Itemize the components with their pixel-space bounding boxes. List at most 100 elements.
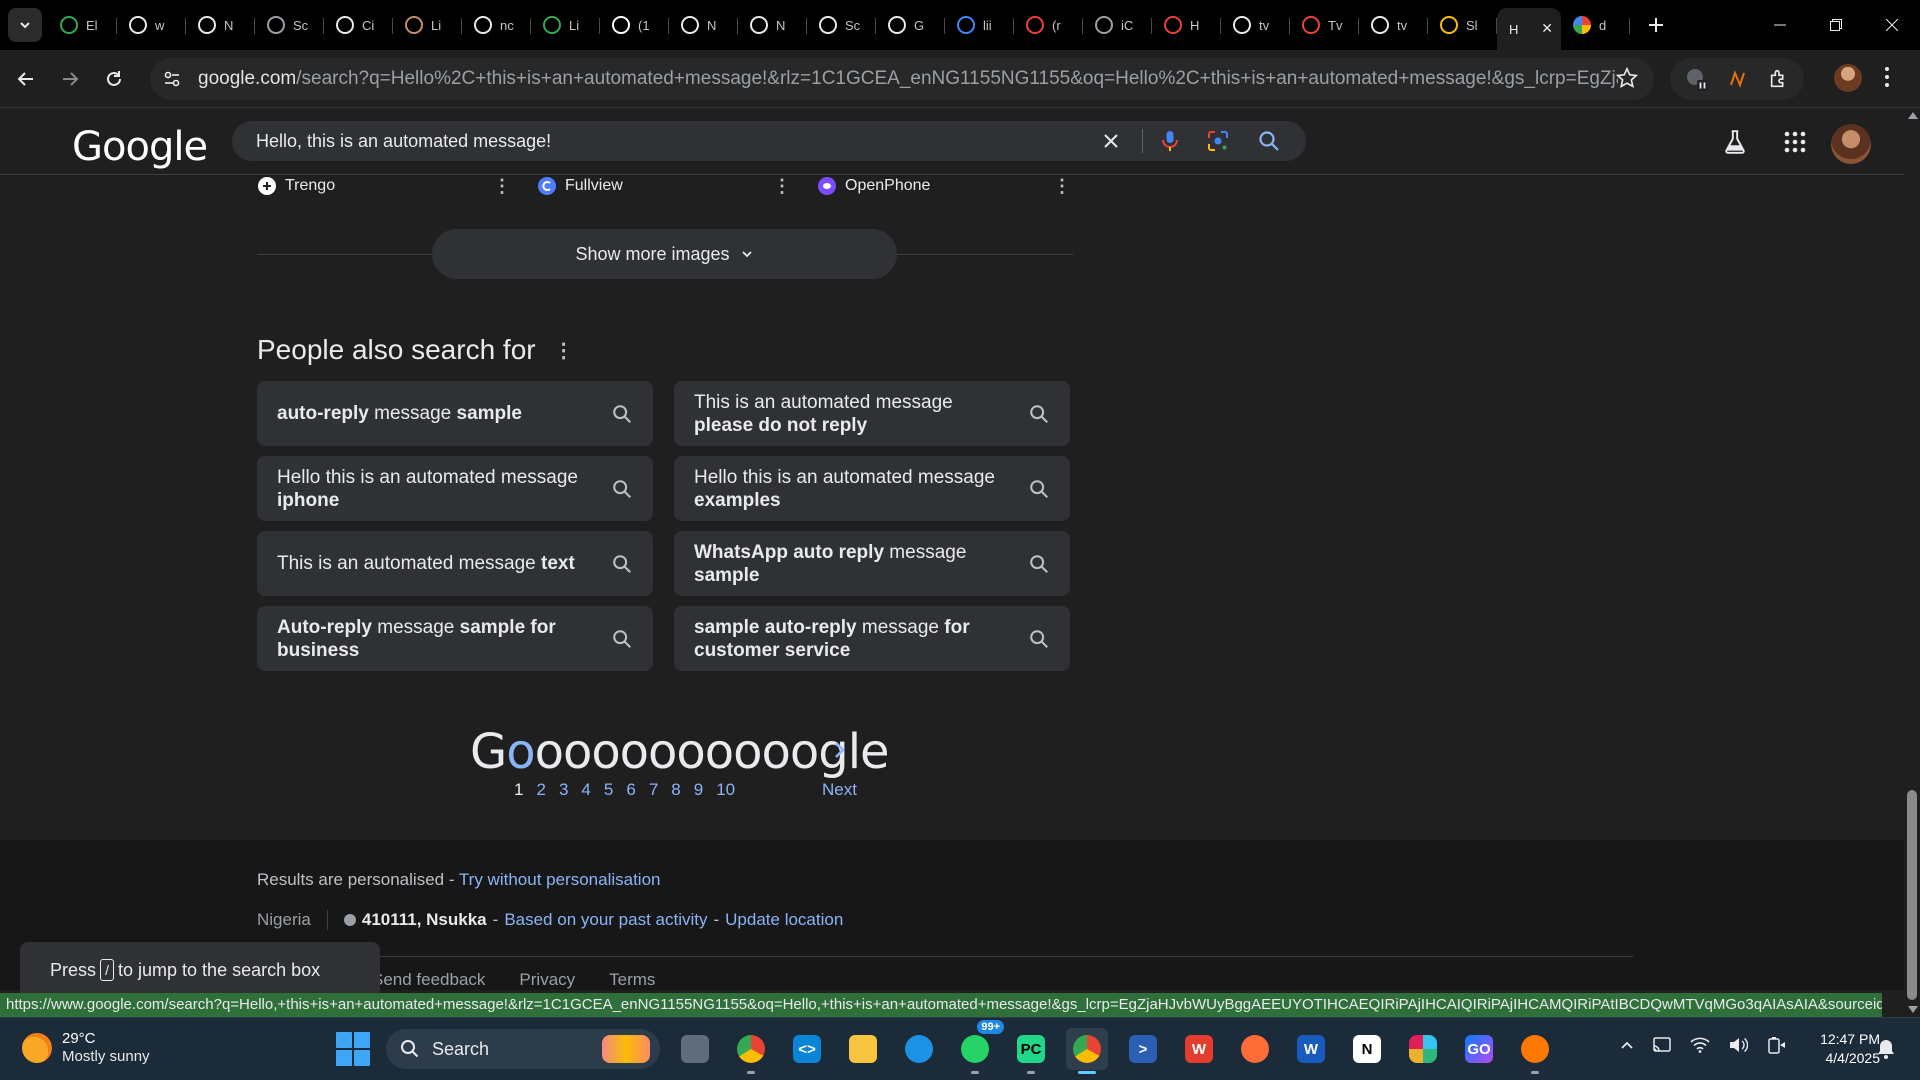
slack-app[interactable] — [1402, 1028, 1444, 1070]
close-tab-icon[interactable]: ✕ — [1541, 20, 1553, 37]
page-number-link[interactable]: 6 — [626, 780, 635, 800]
office-app[interactable]: W — [1178, 1028, 1220, 1070]
notion-app[interactable]: N — [1346, 1028, 1388, 1070]
labs-flask-icon[interactable] — [1722, 129, 1748, 155]
chrome-app[interactable] — [730, 1028, 772, 1074]
page-number-link[interactable]: 2 — [536, 780, 545, 800]
related-search-chip[interactable]: This is an automated message please do n… — [674, 381, 1070, 446]
based-on-activity-link[interactable]: Based on your past activity — [504, 910, 707, 930]
forward-button[interactable] — [52, 61, 88, 97]
browser-tab[interactable]: d — [1561, 7, 1630, 43]
scroll-down-arrow-icon[interactable] — [1908, 1006, 1918, 1013]
powershell-app[interactable]: > — [1122, 1028, 1164, 1070]
page-number-link[interactable]: 8 — [671, 780, 680, 800]
extension-pause-icon[interactable] — [1684, 66, 1710, 92]
page-number-link[interactable]: 7 — [649, 780, 658, 800]
try-without-personalisation-link[interactable]: Try without personalisation — [459, 870, 661, 889]
tab-search-button[interactable] — [8, 8, 42, 42]
browser-tab[interactable]: Li — [393, 7, 462, 43]
browser-tab[interactable]: N — [669, 7, 738, 43]
send-feedback-link[interactable]: Send feedback — [372, 970, 485, 990]
more-options-icon[interactable]: ⋮ — [493, 176, 511, 197]
google-logo[interactable]: Google — [72, 124, 208, 170]
more-options-icon[interactable]: ⋮ — [1053, 176, 1071, 197]
related-search-chip[interactable]: Auto-reply message sample for business — [257, 606, 653, 671]
vscode-app[interactable]: <> — [786, 1028, 828, 1070]
site-info-button[interactable] — [156, 63, 188, 95]
browser-tab[interactable]: nc — [462, 7, 531, 43]
page-number-link[interactable]: 9 — [694, 780, 703, 800]
page-number-link[interactable]: 5 — [604, 780, 613, 800]
notification-bell-icon[interactable] — [1876, 1038, 1896, 1060]
page-scrollbar[interactable] — [1904, 108, 1920, 1017]
image-source-trengo[interactable]: Trengo — [257, 176, 335, 196]
related-search-chip[interactable]: Hello this is an automated message examp… — [674, 456, 1070, 521]
address-bar[interactable]: google.com/search?q=Hello%2C+this+is+an+… — [150, 58, 1654, 100]
start-button[interactable] — [334, 1030, 372, 1068]
browser-tab[interactable]: iC — [1083, 7, 1152, 43]
related-search-chip[interactable]: Hello this is an automated message iphon… — [257, 456, 653, 521]
browser-tab[interactable]: El — [48, 7, 117, 43]
related-search-chip[interactable]: auto-reply message sample — [257, 381, 653, 446]
extension-n-icon[interactable] — [1727, 67, 1751, 91]
close-window-button[interactable] — [1864, 0, 1920, 50]
browser-tab[interactable]: N — [186, 7, 255, 43]
search-input[interactable]: Hello, this is an automated message! — [256, 131, 551, 152]
goland-app[interactable]: GO — [1458, 1028, 1500, 1070]
postman-app[interactable] — [1234, 1028, 1276, 1070]
chevron-right-icon[interactable] — [833, 740, 847, 760]
battery-icon[interactable] — [1766, 1036, 1786, 1054]
new-tab-button[interactable] — [1640, 9, 1672, 41]
show-more-images-button[interactable]: Show more images — [432, 229, 897, 279]
page-number-link[interactable]: 1 — [514, 780, 523, 800]
search-icon[interactable] — [1257, 129, 1281, 153]
browser-tab[interactable]: lii — [945, 7, 1014, 43]
system-clock[interactable]: 12:47 PM 4/4/2025 — [1798, 1030, 1880, 1068]
wifi-icon[interactable] — [1690, 1037, 1710, 1053]
scroll-thumb[interactable] — [1907, 790, 1917, 1000]
related-search-chip[interactable]: WhatsApp auto reply message sample — [674, 531, 1070, 596]
active-browser-tab[interactable]: H ✕ — [1497, 8, 1561, 50]
whatsapp-app[interactable]: 99+ — [954, 1020, 1004, 1074]
profile-avatar[interactable] — [1834, 64, 1862, 92]
browser-tab[interactable]: (1 — [600, 7, 669, 43]
image-source-openphone[interactable]: OpenPhone — [817, 176, 930, 196]
page-number-link[interactable]: 10 — [716, 780, 735, 800]
chevron-up-icon[interactable] — [1620, 1038, 1634, 1052]
privacy-link[interactable]: Privacy — [519, 970, 575, 990]
task-view-app[interactable] — [674, 1028, 716, 1070]
browser-tab[interactable]: w — [117, 7, 186, 43]
image-source-fullview[interactable]: Fullview — [537, 176, 623, 196]
more-options-icon[interactable]: ⋮ — [773, 176, 791, 197]
update-location-link[interactable]: Update location — [725, 910, 843, 930]
browser-tab[interactable]: Sc — [255, 7, 324, 43]
more-vert-icon[interactable] — [1884, 66, 1890, 88]
clear-icon[interactable] — [1100, 130, 1122, 152]
scroll-up-arrow-icon[interactable] — [1908, 112, 1918, 119]
bookmark-star-icon[interactable] — [1616, 67, 1638, 89]
docker-app[interactable] — [898, 1028, 940, 1070]
related-search-chip[interactable]: sample auto-reply message for customer s… — [674, 606, 1070, 671]
back-button[interactable] — [8, 61, 44, 97]
page-number-link[interactable]: 3 — [559, 780, 568, 800]
cast-icon[interactable] — [1652, 1036, 1672, 1054]
terms-link[interactable]: Terms — [609, 970, 655, 990]
google-account-avatar[interactable] — [1831, 124, 1871, 164]
browser-tab[interactable]: Sl — [1428, 7, 1497, 43]
url-text[interactable]: google.com/search?q=Hello%2C+this+is+an+… — [198, 68, 1618, 90]
word-app[interactable]: W — [1290, 1028, 1332, 1070]
microphone-icon[interactable] — [1158, 129, 1182, 153]
next-page-link[interactable]: Next — [822, 780, 857, 800]
puzzle-icon[interactable] — [1768, 68, 1790, 90]
browser-tab[interactable]: Ci — [324, 7, 393, 43]
google-lens-icon[interactable] — [1206, 129, 1230, 153]
reload-button[interactable] — [96, 61, 132, 97]
browser-tab[interactable]: tv — [1359, 7, 1428, 43]
browser-tab[interactable]: G — [876, 7, 945, 43]
pycharm-app[interactable]: PC — [1010, 1028, 1052, 1074]
search-box[interactable]: Hello, this is an automated message! — [232, 121, 1306, 161]
apps-grid-icon[interactable] — [1784, 131, 1806, 153]
weather-widget[interactable]: 29°C Mostly sunny — [22, 1030, 150, 1066]
browser-tab[interactable]: tv — [1221, 7, 1290, 43]
browser-tab[interactable]: N — [738, 7, 807, 43]
